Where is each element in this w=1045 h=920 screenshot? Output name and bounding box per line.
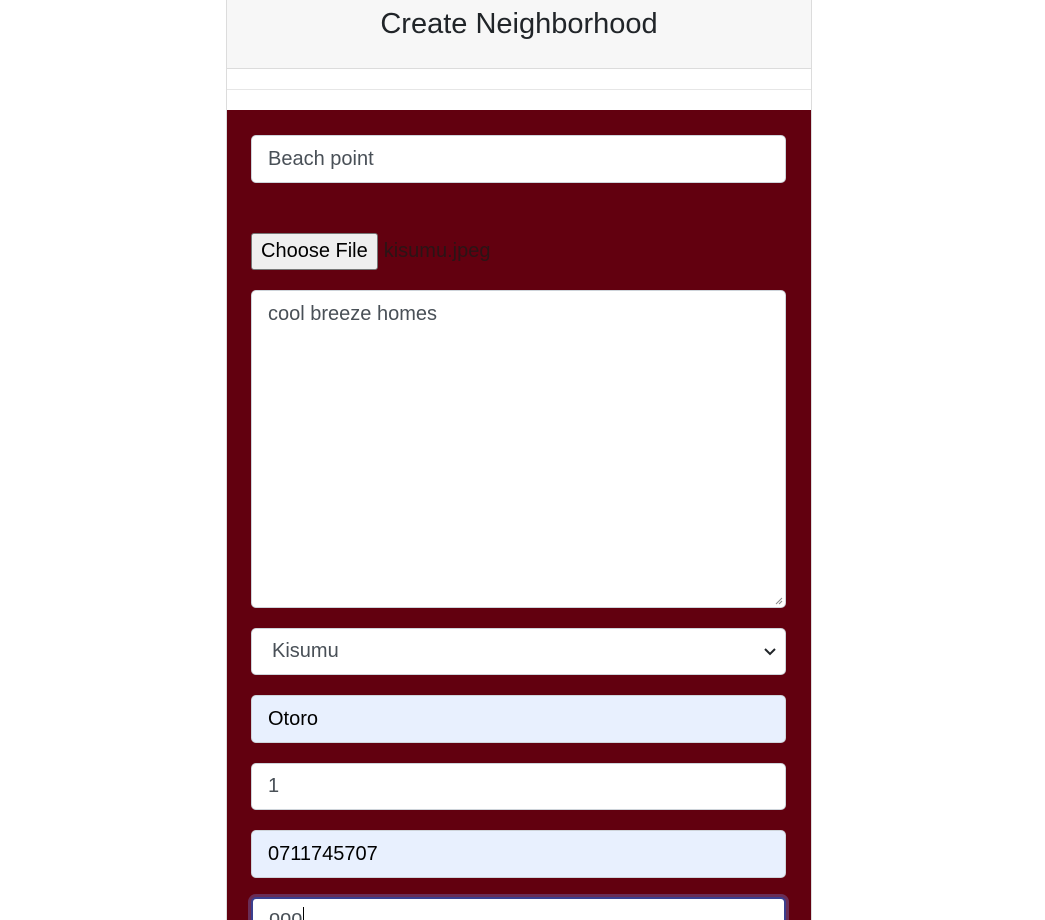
chevron-down-icon: [764, 647, 776, 655]
page-title: Create Neighborhood: [380, 8, 658, 40]
header-divider: [227, 69, 811, 90]
active-text-input[interactable]: ooo: [251, 897, 786, 920]
estate-input[interactable]: Otoro: [251, 695, 786, 743]
text-caret: [303, 907, 305, 920]
location-select[interactable]: Kisumu: [251, 628, 786, 675]
occupants-input-value: 1: [268, 775, 280, 797]
choose-file-button[interactable]: Choose File: [251, 233, 378, 270]
phone-input-value: 0711745707: [268, 842, 378, 865]
estate-input-value: Otoro: [268, 707, 319, 730]
name-input-value: Beach point: [268, 147, 374, 170]
image-upload: Choose File kisumu.jpeg: [251, 233, 490, 270]
location-selected-value: Kisumu: [272, 640, 339, 662]
description-textarea[interactable]: cool breeze homes: [251, 290, 786, 608]
occupants-input[interactable]: 1: [251, 763, 786, 810]
description-value: cool breeze homes: [268, 303, 437, 325]
phone-input[interactable]: 0711745707: [251, 830, 786, 878]
neighborhood-form: Beach point Choose File kisumu.jpeg cool…: [227, 110, 811, 920]
name-input[interactable]: Beach point: [251, 135, 786, 183]
selected-file-name: kisumu.jpeg: [383, 240, 491, 262]
active-input-value: ooo: [269, 907, 303, 920]
create-neighborhood-card: Create Neighborhood Beach point Choose F…: [226, 0, 812, 920]
resize-grip-icon[interactable]: [775, 597, 783, 605]
card-header: Create Neighborhood: [227, 0, 811, 69]
